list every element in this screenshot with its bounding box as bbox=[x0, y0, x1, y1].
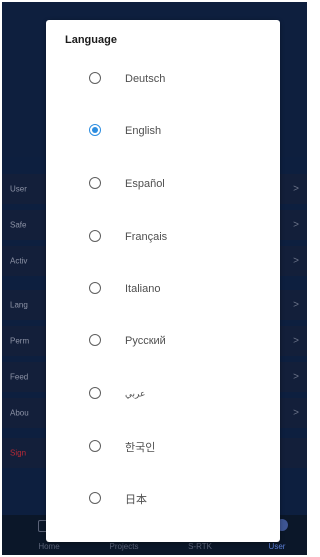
chevron-right-icon: > bbox=[293, 183, 299, 195]
radio-button[interactable] bbox=[89, 334, 101, 346]
radio-button[interactable] bbox=[89, 177, 101, 189]
language-option-espanol[interactable]: Español bbox=[46, 166, 280, 202]
language-option-korean[interactable]: 한국인 bbox=[46, 429, 280, 465]
radio-button[interactable] bbox=[89, 440, 101, 452]
language-option-russian[interactable]: Русский bbox=[46, 323, 280, 359]
radio-button[interactable] bbox=[89, 72, 101, 84]
radio-button[interactable] bbox=[89, 387, 101, 399]
menu-row-label: User bbox=[10, 184, 27, 194]
option-label: Français bbox=[125, 231, 168, 243]
radio-button[interactable] bbox=[89, 230, 101, 242]
menu-row-label: Perm bbox=[10, 336, 30, 346]
chevron-right-icon: > bbox=[293, 255, 299, 267]
chevron-right-icon: > bbox=[293, 219, 299, 231]
menu-row-label: Feed bbox=[10, 372, 29, 382]
nav-item-user[interactable]: User bbox=[247, 542, 307, 551]
language-dialog: Language Deutsch English Español Françai… bbox=[46, 20, 280, 542]
language-option-arabic[interactable]: عربي bbox=[46, 376, 280, 412]
option-label: عربي bbox=[125, 388, 146, 399]
chevron-right-icon: > bbox=[293, 335, 299, 347]
language-option-japanese[interactable]: 日本 bbox=[46, 481, 280, 517]
menu-row-label: Sign bbox=[10, 448, 27, 458]
nav-item-projects[interactable]: Projects bbox=[94, 542, 154, 551]
option-label: 한국인 bbox=[125, 442, 156, 454]
language-option-english[interactable]: English bbox=[46, 113, 280, 149]
nav-item-s-rtk[interactable]: S-RTK bbox=[170, 542, 230, 551]
menu-row-label: Activ bbox=[10, 256, 28, 266]
option-label: Deutsch bbox=[125, 73, 166, 85]
nav-item-home[interactable]: Home bbox=[19, 542, 79, 551]
option-label: English bbox=[125, 125, 162, 137]
radio-button[interactable] bbox=[89, 492, 101, 504]
option-label: 日本 bbox=[125, 494, 147, 506]
chevron-right-icon: > bbox=[293, 371, 299, 383]
option-label: Русский bbox=[125, 335, 166, 347]
menu-row-label: Abou bbox=[10, 408, 29, 418]
radio-button[interactable] bbox=[89, 282, 101, 294]
chevron-right-icon: > bbox=[293, 299, 299, 311]
language-option-italiano[interactable]: Italiano bbox=[46, 271, 280, 307]
dialog-title: Language bbox=[65, 34, 117, 46]
chevron-right-icon: > bbox=[293, 407, 299, 419]
option-label: Español bbox=[125, 178, 165, 190]
language-option-francais[interactable]: Français bbox=[46, 219, 280, 255]
menu-row-label: Lang bbox=[10, 300, 28, 310]
radio-button-selected[interactable] bbox=[89, 124, 101, 136]
menu-row-label: Safe bbox=[10, 220, 27, 230]
language-option-deutsch[interactable]: Deutsch bbox=[46, 61, 280, 97]
option-label: Italiano bbox=[125, 283, 161, 295]
